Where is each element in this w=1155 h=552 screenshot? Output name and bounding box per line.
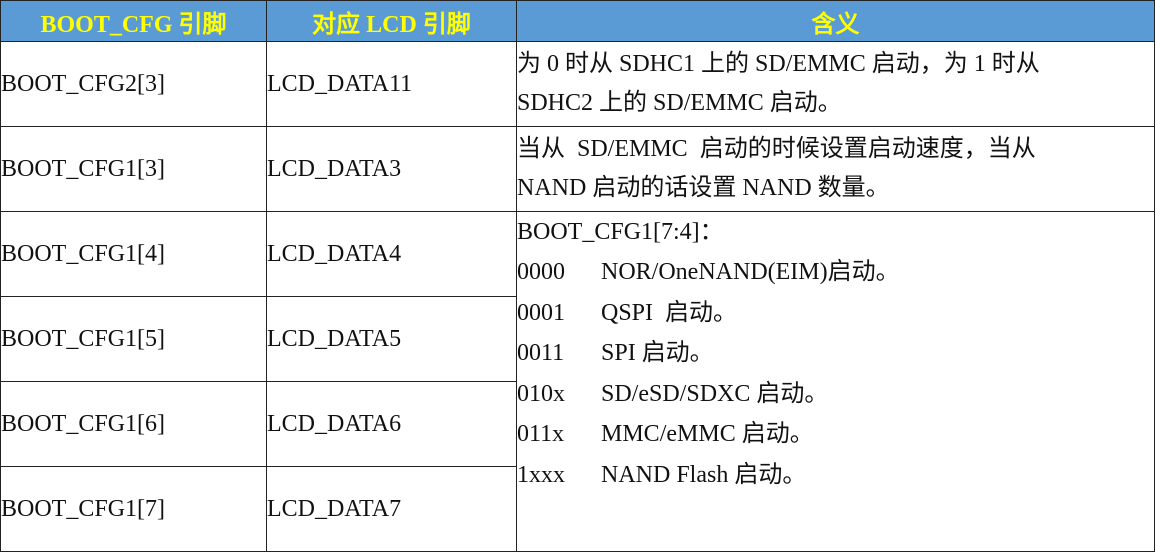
boot-cfg-pin-cell: BOOT_CFG1[7] [0, 466, 267, 552]
lcd-pin-cell: LCD_DATA5 [266, 296, 517, 382]
boot-cfg-pin-cell: BOOT_CFG1[6] [0, 381, 267, 467]
boot-option: 011x MMC/eMMC 启动。 [517, 414, 1154, 455]
boot-option-text: SPI 启动。 [601, 340, 714, 366]
boot-option-text: QSPI 启动。 [601, 299, 738, 326]
boot-option-code: 0011 [517, 340, 565, 366]
boot-option-text: MMC/eMMC 启动。 [601, 421, 814, 447]
boot-option-code: 0000 [517, 259, 565, 285]
boot-cfg-pin-cell: BOOT_CFG2[3] [0, 41, 267, 127]
header-lcd-pin: 对应 LCD 引脚 [266, 0, 517, 42]
table-row: BOOT_CFG1[3] LCD_DATA3 当从 SD/EMMC 启动的时候设… [0, 126, 1155, 212]
boot-option: 010x SD/eSD/SDXC 启动。 [517, 374, 1154, 415]
boot-config-table: BOOT_CFG 引脚 对应 LCD 引脚 含义 BOOT_CFG2[3] LC… [0, 0, 1155, 552]
boot-cfg-range-title: BOOT_CFG1[7:4]： [517, 219, 724, 245]
table-row: BOOT_CFG1[4] LCD_DATA4 BOOT_CFG1[7:4]： 0… [0, 211, 1155, 552]
meaning-line: NAND 启动的话设置 NAND 数量。 [517, 175, 890, 201]
boot-cfg-pin-cell: BOOT_CFG1[5] [0, 296, 267, 382]
boot-option-text: NAND Flash 启动。 [601, 461, 807, 488]
boot-option-code: 011x [517, 421, 565, 447]
header-boot-cfg-pin: BOOT_CFG 引脚 [0, 0, 267, 42]
meaning-line: 为 0 时从 SDHC1 上的 SD/EMMC 启动，为 1 时从 [517, 51, 1040, 77]
merged-meaning-cell: BOOT_CFG1[7:4]： 0000 NOR/OneNAND(EIM)启动。… [516, 211, 1155, 552]
meaning-line: SDHC2 上的 SD/EMMC 启动。 [517, 90, 842, 116]
boot-cfg-pin-cell: BOOT_CFG1[4] [0, 211, 267, 297]
meaning-cell: 当从 SD/EMMC 启动的时候设置启动速度，当从 NAND 启动的话设置 NA… [516, 126, 1155, 212]
boot-option-code: 010x [517, 380, 565, 407]
header-meaning: 含义 [516, 0, 1155, 42]
meaning-cell: 为 0 时从 SDHC1 上的 SD/EMMC 启动，为 1 时从 SDHC2 … [516, 41, 1155, 127]
boot-cfg-pin-cell: BOOT_CFG1[3] [0, 126, 267, 212]
boot-option: 0001 QSPI 启动。 [517, 293, 1154, 334]
lcd-pin-cell: LCD_DATA4 [266, 211, 517, 297]
table-header-row: BOOT_CFG 引脚 对应 LCD 引脚 含义 [0, 0, 1155, 42]
boot-option: 0011 SPI 启动。 [517, 333, 1154, 374]
lcd-pin-cell: LCD_DATA3 [266, 126, 517, 212]
boot-option: 1xxx NAND Flash 启动。 [517, 455, 1154, 496]
boot-option-code: 1xxx [517, 461, 565, 488]
lcd-pin-cell: LCD_DATA6 [266, 381, 517, 467]
boot-option-text: NOR/OneNAND(EIM)启动。 [601, 259, 900, 285]
boot-option: 0000 NOR/OneNAND(EIM)启动。 [517, 252, 1154, 293]
boot-option-text: SD/eSD/SDXC 启动。 [601, 380, 829, 407]
table-row: BOOT_CFG2[3] LCD_DATA11 为 0 时从 SDHC1 上的 … [0, 41, 1155, 127]
lcd-pin-cell: LCD_DATA11 [266, 41, 517, 127]
boot-option-code: 0001 [517, 299, 565, 326]
meaning-line: 当从 SD/EMMC 启动的时候设置启动速度，当从 [517, 136, 1036, 162]
lcd-pin-cell: LCD_DATA7 [266, 466, 517, 552]
